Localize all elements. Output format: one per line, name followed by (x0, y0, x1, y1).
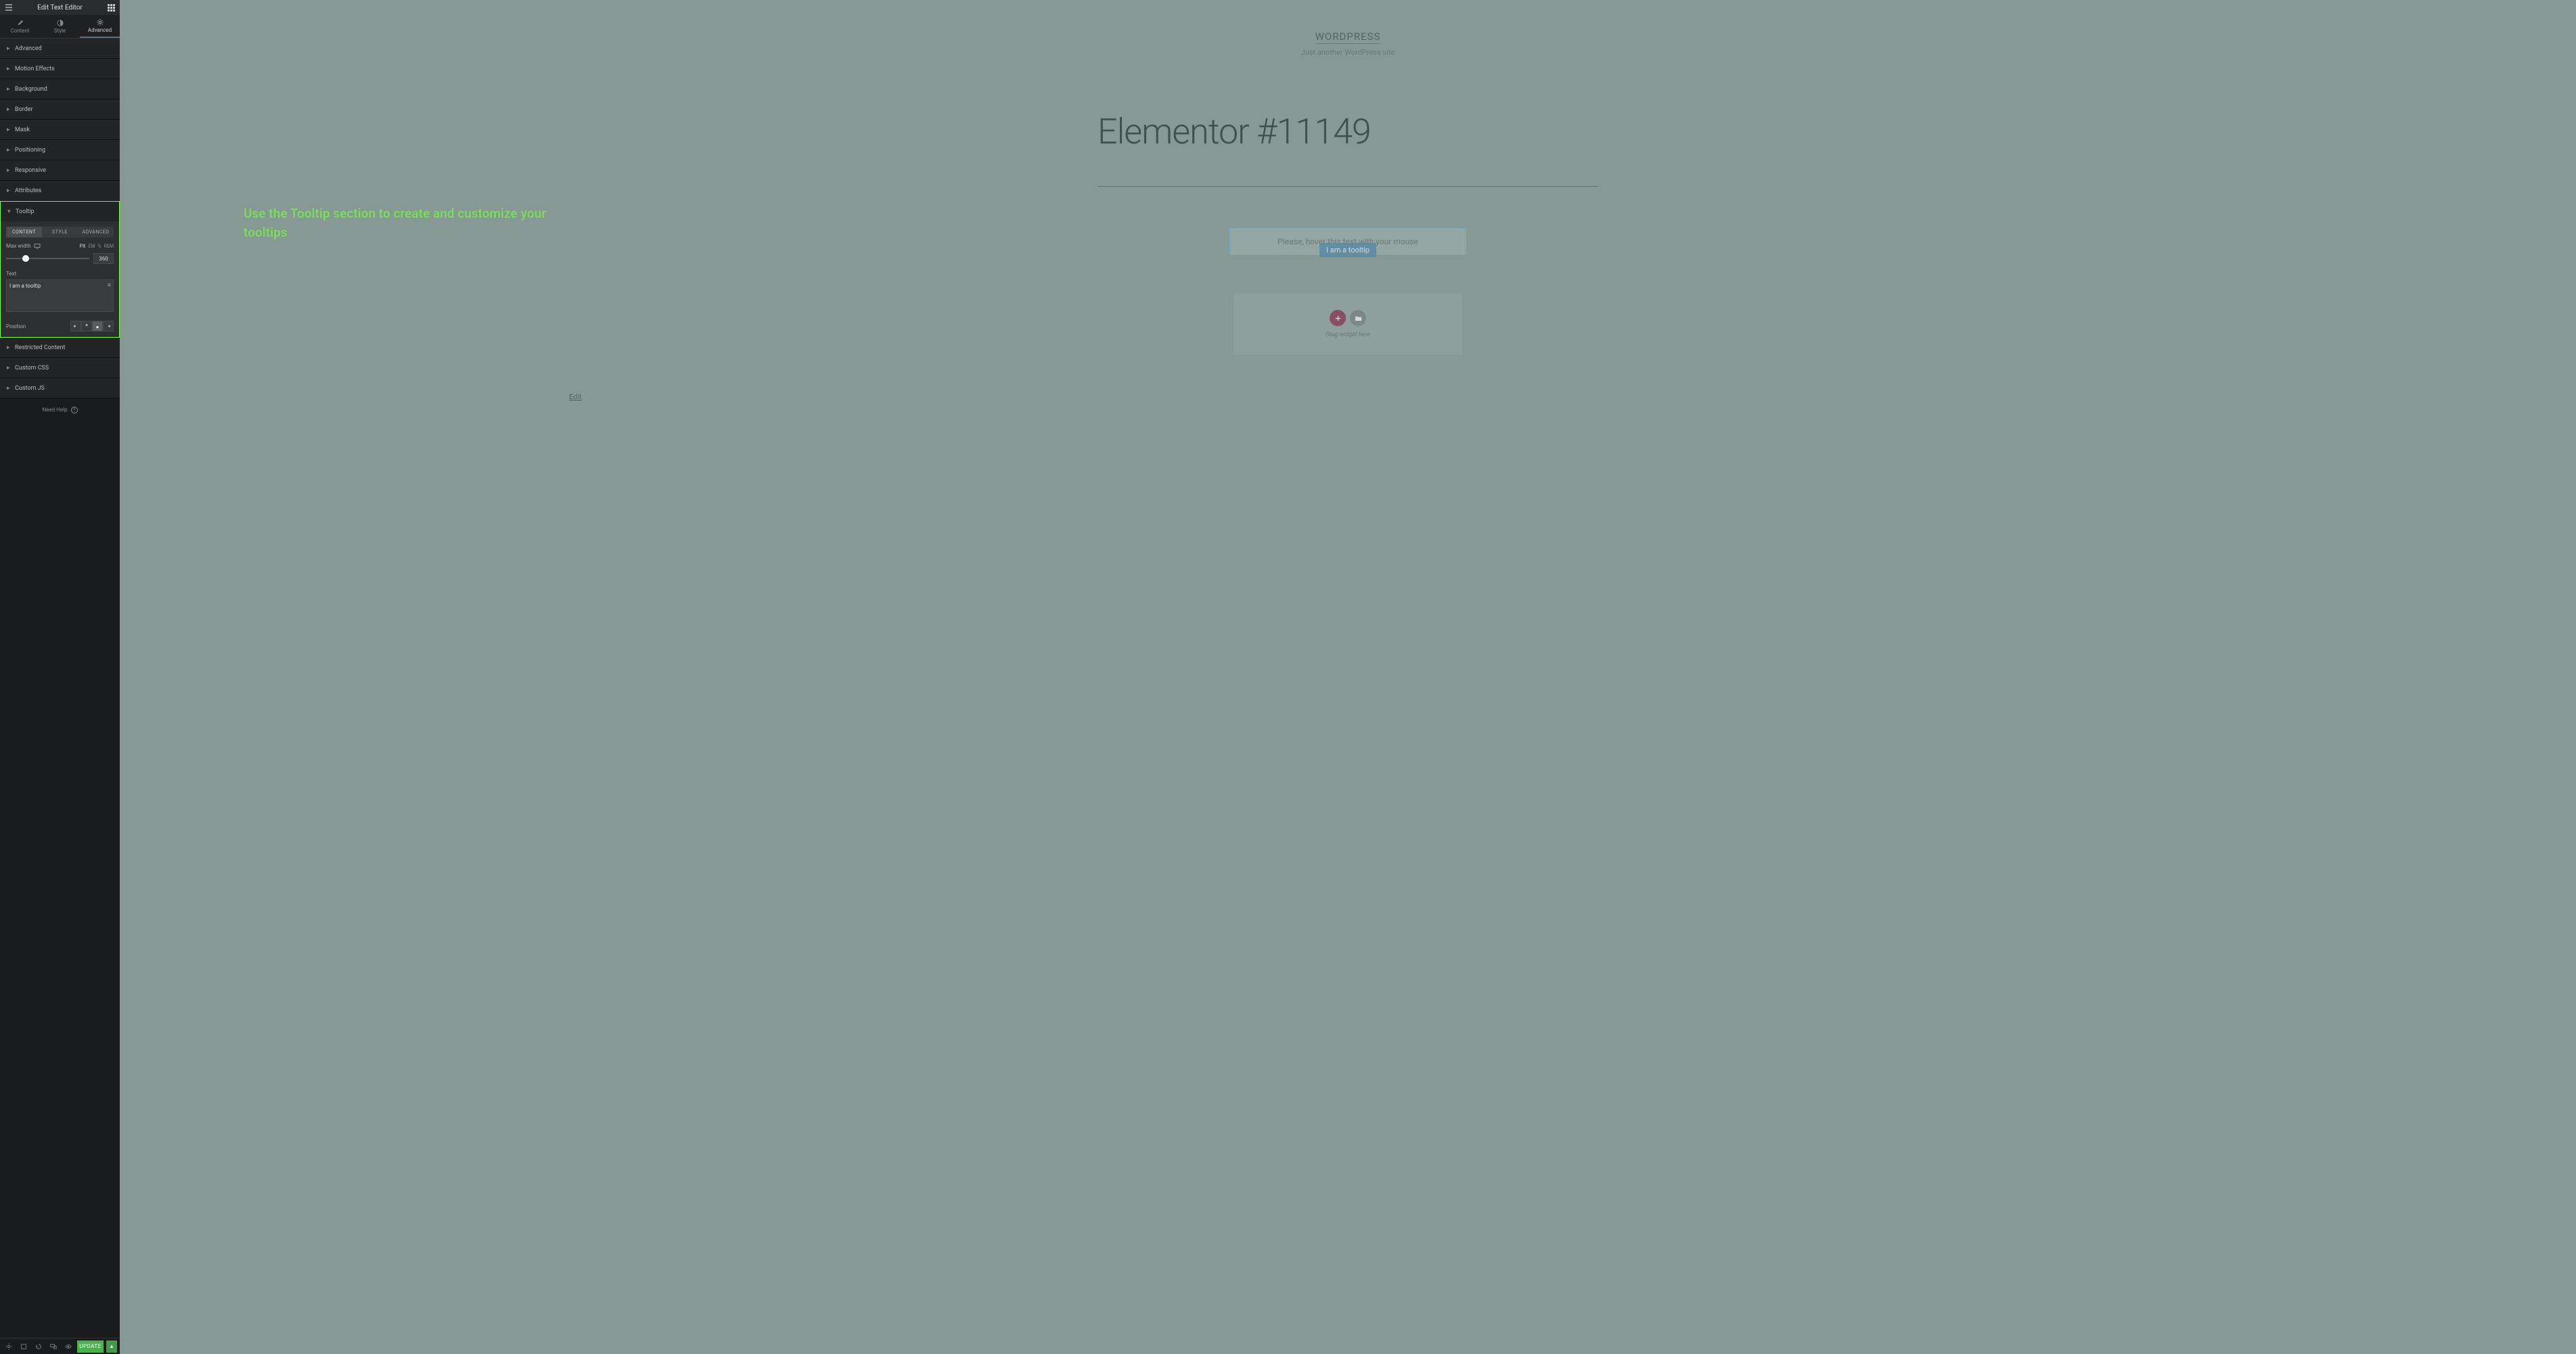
caret-right-icon: ▸ (7, 106, 11, 113)
max-width-label: Max width (6, 243, 31, 249)
caret-right-icon: ▸ (7, 187, 11, 194)
tab-content[interactable]: Content (0, 15, 40, 38)
editor-tabs: Content Style Advanced (0, 15, 120, 39)
position-left-button[interactable] (70, 321, 81, 332)
subtab-advanced[interactable]: ADVANCED (78, 227, 114, 238)
tooltip-text-input[interactable] (6, 279, 114, 312)
caret-right-icon: ▸ (7, 45, 11, 52)
slider-thumb[interactable] (22, 255, 29, 262)
acc-attributes[interactable]: ▸Attributes (0, 181, 120, 200)
drop-icons (1330, 310, 1366, 326)
acc-tooltip: ▾ Tooltip CONTENT STYLE ADVANCED Max wid… (0, 201, 120, 338)
subtab-style[interactable]: STYLE (42, 227, 78, 238)
update-caret-button[interactable]: ▴ (106, 1340, 117, 1353)
sidebar-header: Edit Text Editor (0, 0, 120, 15)
subtab-content[interactable]: CONTENT (6, 227, 42, 238)
dynamic-tags-icon[interactable]: ≡ (108, 281, 111, 289)
settings-icon[interactable] (3, 1340, 15, 1353)
acc-tooltip-header[interactable]: ▾ Tooltip (1, 202, 119, 221)
page-header: WORDPRESS Just another WordPress site (120, 0, 2576, 57)
max-width-slider-row (6, 253, 114, 264)
add-template-button[interactable] (1350, 310, 1366, 326)
caret-right-icon: ▸ (7, 86, 11, 93)
acc-restricted-content[interactable]: ▸Restricted Content (0, 338, 120, 357)
widgets-grid-icon[interactable] (106, 3, 116, 12)
add-section-button[interactable] (1330, 310, 1346, 326)
update-button[interactable]: UPDATE (77, 1340, 104, 1353)
caret-right-icon: ▸ (7, 365, 11, 371)
contrast-icon (57, 20, 64, 26)
acc-custom-js[interactable]: ▸Custom JS (0, 378, 120, 398)
panel-title: Edit Text Editor (14, 4, 106, 12)
tooltip-bubble: I am a tooltip (1319, 243, 1376, 257)
navigator-icon[interactable] (18, 1340, 30, 1353)
editor-canvas: WORDPRESS Just another WordPress site El… (120, 0, 2576, 1354)
drop-label: Drag widget here (1326, 332, 1370, 338)
tab-advanced-label: Advanced (88, 27, 112, 33)
editor-sidebar: Edit Text Editor Content Style Advanced … (0, 0, 120, 1354)
tab-style-label: Style (54, 28, 66, 34)
caret-right-icon: ▸ (7, 344, 11, 351)
tab-advanced[interactable]: Advanced (80, 15, 120, 38)
divider (1098, 186, 1598, 187)
desktop-icon[interactable] (34, 244, 41, 249)
hamburger-icon[interactable] (4, 3, 14, 12)
site-title[interactable]: WORDPRESS (1315, 30, 1381, 44)
max-width-row: Max width PX EM % REM (6, 243, 114, 249)
position-right-button[interactable] (103, 321, 114, 332)
acc-border[interactable]: ▸Border (0, 99, 120, 119)
position-label: Position (6, 323, 26, 330)
acc-advanced[interactable]: ▸Advanced (0, 39, 120, 58)
annotation-text: Use the Tooltip section to create and cu… (244, 204, 562, 242)
sidebar-footer: UPDATE ▴ (0, 1338, 120, 1354)
folder-icon (1355, 315, 1362, 322)
page-title: Elementor #11149 (1098, 111, 1598, 152)
acc-responsive[interactable]: ▸Responsive (0, 160, 120, 180)
caret-right-icon: ▸ (7, 66, 11, 72)
caret-down-icon: ▾ (7, 208, 12, 215)
unit-selector[interactable]: PX EM % REM (80, 244, 114, 249)
acc-custom-css[interactable]: ▸Custom CSS (0, 358, 120, 378)
preview-icon[interactable] (62, 1340, 74, 1353)
caret-right-icon: ▸ (7, 147, 11, 154)
text-label: Text (6, 271, 114, 277)
acc-motion-effects[interactable]: ▸Motion Effects (0, 59, 120, 78)
caret-right-icon: ▸ (7, 167, 11, 174)
acc-background[interactable]: ▸Background (0, 79, 120, 99)
text-widget[interactable]: Please, hover this text with your mouse … (1229, 227, 1467, 256)
acc-positioning[interactable]: ▸Positioning (0, 140, 120, 160)
page-body: Elementor #11149 Please, hover this text… (1098, 111, 1598, 355)
max-width-slider[interactable] (6, 258, 89, 259)
history-icon[interactable] (32, 1340, 45, 1353)
caret-right-icon: ▸ (7, 385, 11, 392)
tab-style[interactable]: Style (40, 15, 80, 38)
plus-icon (1334, 315, 1342, 322)
site-tagline: Just another WordPress site (120, 48, 2576, 57)
gear-icon (97, 19, 104, 26)
help-icon: ? (71, 407, 78, 413)
tooltip-body: CONTENT STYLE ADVANCED Max width PX EM %… (1, 221, 119, 337)
position-bottom-button[interactable] (92, 321, 103, 332)
position-row: Position (6, 321, 114, 332)
tab-content-label: Content (10, 28, 29, 34)
position-icons (70, 321, 114, 332)
edit-link[interactable]: Edit (569, 392, 582, 401)
caret-right-icon: ▸ (7, 127, 11, 133)
acc-mask[interactable]: ▸Mask (0, 120, 120, 139)
max-width-input[interactable] (93, 253, 114, 264)
position-top-button[interactable] (81, 321, 92, 332)
tooltip-subtabs: CONTENT STYLE ADVANCED (6, 227, 114, 238)
accordion: ▸Advanced ▸Motion Effects ▸Background ▸B… (0, 39, 120, 1338)
pencil-icon (17, 20, 24, 26)
responsive-icon[interactable] (47, 1340, 60, 1353)
drop-zone[interactable]: Drag widget here (1234, 294, 1462, 355)
help-row[interactable]: Need Help ? (0, 399, 120, 422)
